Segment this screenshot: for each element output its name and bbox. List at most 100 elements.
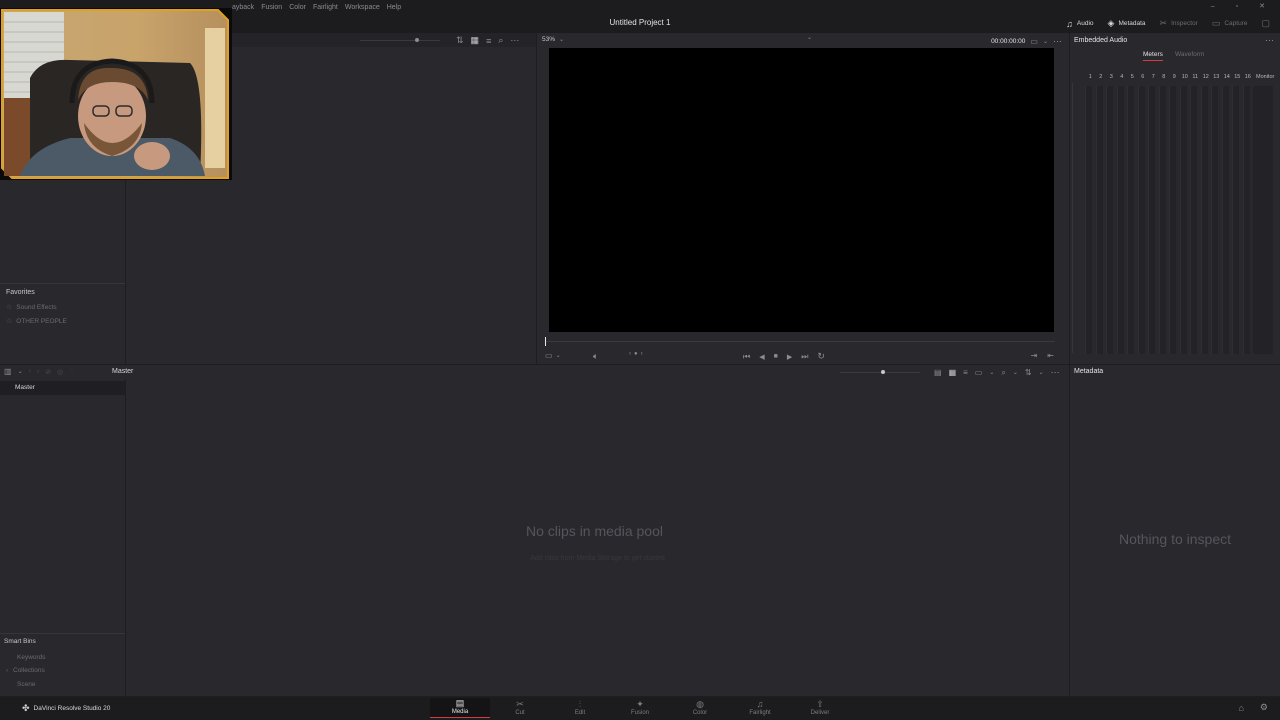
skip-to-end-icon[interactable]: ⏭︎ [801,352,808,362]
search-icon[interactable]: ⌕ [498,35,503,46]
favorite-label: OTHER PEOPLE [16,317,67,325]
minimize-icon[interactable]: – [1211,3,1215,10]
smart-bin-scene[interactable]: Scene [17,681,35,688]
search-chevron-icon[interactable]: ⌄ [1013,369,1018,376]
smart-bin-keywords[interactable]: Keywords [17,654,46,661]
page-button-cut[interactable]: ✂ Cut [490,698,550,718]
link-icon[interactable]: ⊘ [45,368,51,376]
video-canvas[interactable] [549,48,1054,332]
mark-in-icon[interactable]: ⇥ [1031,351,1038,360]
page-button-edit[interactable]: ⫶ Edit [550,698,610,718]
loop-icon[interactable]: ↻ [817,351,825,362]
favorite-item-sound-effects[interactable]: ☆ Sound Effects [6,303,57,312]
page-button-fairlight[interactable]: ♫ Fairlight [730,698,790,718]
viewer-mode-icon[interactable]: ▭ [1030,37,1038,46]
play-icon[interactable]: ▶ [787,353,792,361]
stop-icon[interactable]: ■ [774,353,778,360]
page-button-fusion[interactable]: ✦ Fusion [610,698,670,718]
list-view-icon[interactable]: ≡ [963,368,968,377]
channel-meter [1095,86,1103,354]
menu-item-fusion[interactable]: Fusion [261,4,282,11]
header-tab-inspector[interactable]: Inspector [1171,20,1198,27]
sync-icon[interactable]: ◎ [57,368,63,376]
channel-number: 5 [1130,74,1134,80]
tab-meters[interactable]: Meters [1143,51,1163,61]
close-icon[interactable]: ✕ [1259,2,1265,10]
fusion-page-icon: ✦ [636,699,644,709]
maximize-icon[interactable]: ▫ [1236,3,1238,10]
page-button-color[interactable]: ◍ Color [670,698,730,718]
smart-bin-collections[interactable]: › Collections [6,667,45,674]
skip-to-start-icon[interactable]: ⏮︎ [743,352,750,362]
pool-zoom-slider[interactable] [840,372,920,373]
webcam-image [1,9,229,179]
viewer-timecode: 00:00:00:00 [991,38,1026,45]
metadata-view-icon[interactable]: ▤ [934,368,942,377]
sort-icon[interactable]: ⇅ [456,35,464,46]
chat-icon[interactable]: ▢ [1261,18,1270,29]
channel-meter [1242,86,1250,354]
jog-dot-icon[interactable]: ● [634,351,638,357]
list-view-icon[interactable]: ≡ [486,36,491,46]
clip-chevron-down-icon[interactable]: ⌄ [807,34,812,41]
page-button-deliver[interactable]: ⇧ Deliver [790,698,850,718]
volume-icon[interactable]: 🔈︎ [593,351,598,362]
media-pool-area[interactable]: No clips in media pool Add clips from Me… [126,379,1069,696]
sort-chevron-icon[interactable]: ⌄ [1039,369,1044,376]
media-page-icon: ▤ [455,698,465,708]
scrubber-track[interactable] [546,341,1055,342]
jog-right-icon[interactable]: › [641,351,643,357]
menu-item-workspace[interactable]: Workspace [345,4,380,11]
channel-meter [1158,86,1166,354]
menu-item-fairlight[interactable]: Fairlight [313,4,338,11]
filmstrip-icon[interactable]: ▭ [975,368,983,377]
filmstrip-chevron-icon[interactable]: ⌄ [989,369,994,376]
pool-more-icon[interactable]: ⋯ [1051,367,1060,378]
page-label: Deliver [810,710,830,716]
header-tab-audio[interactable]: Audio [1077,20,1094,27]
layout-chevron-icon[interactable]: ⌄ [556,352,561,359]
nav-forward-icon[interactable]: › [37,368,39,375]
jog-left-icon[interactable]: ‹ [629,351,631,357]
sort-icon[interactable]: ⇅ [1025,368,1032,377]
mark-out-icon[interactable]: ⇤ [1047,351,1054,360]
menu-item-color[interactable]: Color [289,4,306,11]
search-icon[interactable]: ⌕ [1001,368,1005,378]
channel-meter [1148,86,1155,354]
grid-view-icon[interactable]: ▦ [471,35,480,46]
more-options-icon[interactable]: ⋯ [510,35,519,46]
toggle-chevron-icon[interactable]: ⌄ [18,368,23,375]
davinci-logo-icon: ✤ [22,703,30,713]
thumbnail-view-icon[interactable]: ▦ [949,368,957,377]
header-tab-capture[interactable]: Capture [1224,20,1247,27]
header-tab-metadata[interactable]: Metadata [1118,20,1145,27]
viewer-zoom-select[interactable]: 53% [542,36,555,43]
settings-gear-icon[interactable]: ⚙ [1260,702,1268,713]
viewer-chevron-icon[interactable]: ⌄ [1043,38,1048,45]
play-reverse-icon[interactable]: ◀ [759,353,764,361]
tab-waveform[interactable]: Waveform [1175,51,1204,58]
bin-item-master[interactable]: Master [0,381,125,395]
channel-number: 8 [1162,74,1166,80]
viewer-layout-icon[interactable]: ▭ [545,351,553,360]
bin-list-toggle-icon[interactable]: ▥ [4,367,12,376]
expand-chevron-icon[interactable]: › [6,668,8,674]
home-icon[interactable]: ⌂ [1238,703,1243,713]
inspector-icon: ✂ [1159,18,1168,28]
channel-number: 2 [1099,74,1103,80]
audio-sync-icon[interactable]: ◌ [69,368,73,375]
metadata-empty-message: Nothing to inspect [1118,531,1232,547]
audio-panel-more-icon[interactable]: ⋯ [1265,35,1274,46]
viewer-more-icon[interactable]: ⋯ [1053,36,1062,47]
storage-zoom-handle[interactable] [415,38,419,42]
metadata-tag-icon: ◈ [1107,18,1115,28]
playhead[interactable] [545,337,546,346]
menu-item-help[interactable]: Help [387,4,401,11]
page-button-media[interactable]: ▤ Media [430,698,490,718]
menu-item-playback[interactable]: ayback [232,4,254,11]
pool-zoom-handle[interactable] [881,370,885,374]
chevron-down-icon[interactable]: ⌄ [559,36,564,43]
nav-back-icon[interactable]: ‹ [29,368,31,375]
storage-zoom-slider[interactable] [360,40,440,41]
favorite-item-other-people[interactable]: ☆ OTHER PEOPLE [6,317,67,326]
